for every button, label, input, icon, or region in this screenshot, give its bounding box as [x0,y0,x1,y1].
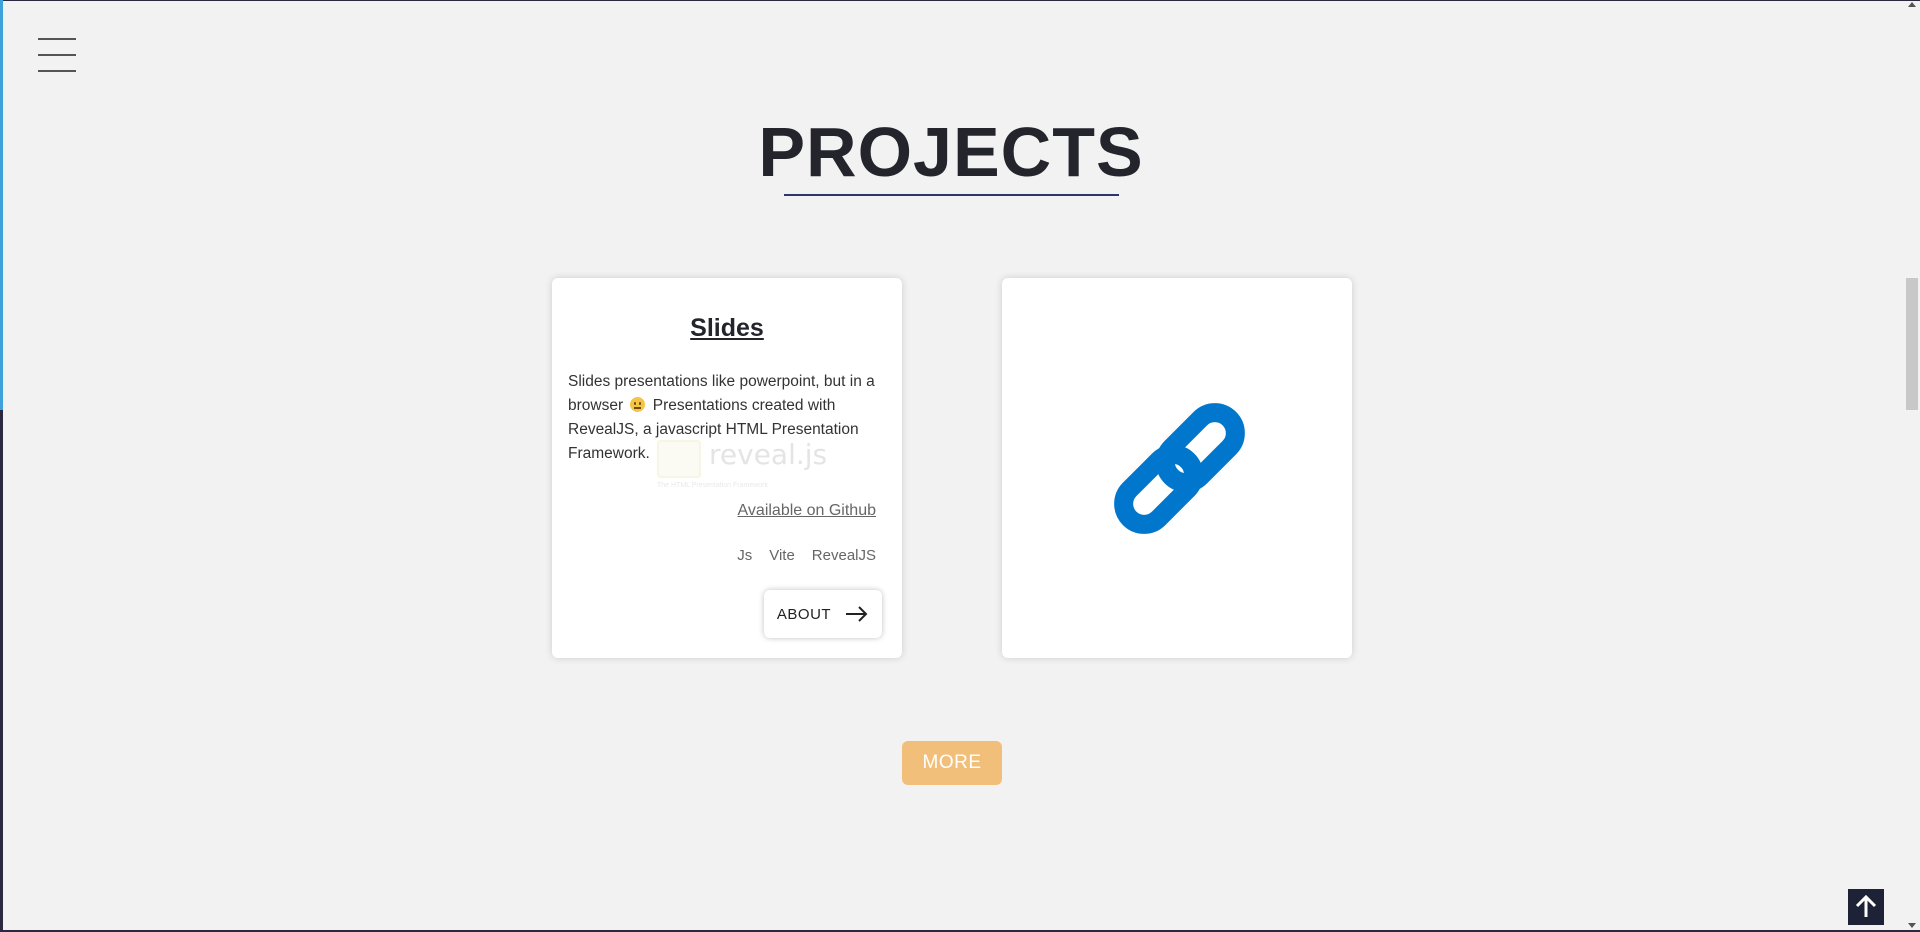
title-underline [784,194,1119,196]
tag: Vite [769,547,795,564]
more-button[interactable]: MORE [902,741,1002,785]
page-title: PROJECTS [758,113,1144,191]
arrow-up-icon [1855,895,1877,917]
project-card-link[interactable] [1002,278,1352,658]
hamburger-line [38,70,76,72]
github-link[interactable]: Available on Github [738,502,876,520]
neutral-face-emoji-icon [630,397,646,412]
project-title[interactable]: Slides [552,314,902,343]
reveal-logo-subtitle: The HTML Presentation Framework [657,482,768,489]
tag: Js [737,547,753,564]
arrow-right-icon [846,606,868,622]
scroll-up-arrow-icon[interactable] [1908,2,1916,7]
back-to-top-button[interactable] [1848,889,1884,925]
hamburger-line [38,38,76,40]
tag-list: Js Vite RevealJS [737,547,876,564]
project-description: Slides presentations like powerpoint, bu… [568,370,888,466]
tag: RevealJS [811,547,876,564]
scroll-down-arrow-icon[interactable] [1908,923,1916,928]
about-button-label: ABOUT [776,605,832,623]
left-accent-bar [0,0,3,410]
about-button[interactable]: ABOUT [764,590,882,638]
scrollbar[interactable] [1902,0,1920,932]
left-accent-bar-dark [0,410,3,932]
top-border [0,0,1920,1]
project-card-slides: reveal.js The HTML Presentation Framewor… [552,278,902,658]
hamburger-menu-icon[interactable] [38,38,76,74]
link-icon [1114,403,1245,534]
scrollbar-thumb[interactable] [1906,278,1918,410]
hamburger-line [38,54,76,56]
